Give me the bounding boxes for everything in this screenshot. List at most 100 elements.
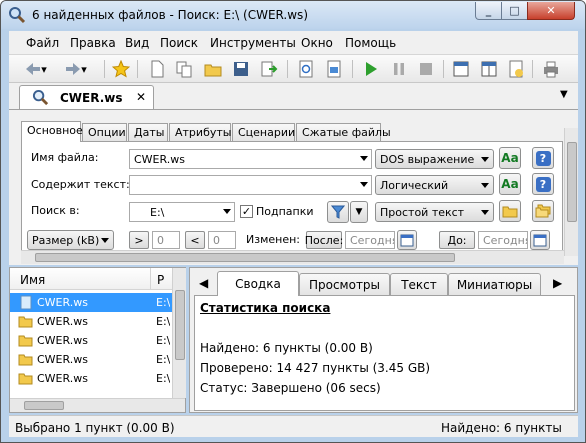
filter-dropdown-button[interactable]: ▼ (350, 201, 368, 223)
folder-icon (18, 316, 33, 328)
search-in-label: Поиск в: (31, 204, 80, 217)
image-document-icon[interactable] (324, 59, 344, 79)
list-item[interactable]: CWER.ws E:\ (10, 293, 172, 312)
case-icon: Aa (501, 177, 519, 191)
tab-attributes[interactable]: Атрибуты (169, 123, 231, 141)
scrollbar-thumb[interactable] (35, 253, 455, 262)
maximize-button[interactable]: □ (501, 2, 528, 20)
filename-mode-select[interactable]: DOS выражение (375, 149, 494, 169)
contains-text-combo[interactable] (129, 175, 372, 195)
tab-search-document[interactable]: CWER.ws ✕ (19, 85, 154, 109)
greater-than-button[interactable]: > (129, 231, 149, 249)
search-in-combo[interactable]: E:\ (129, 202, 235, 222)
results-detail-panel: ◀ Сводка Просмотры Текст Миниатюры ▶ Ста… (189, 267, 578, 413)
help-text-button[interactable]: ? (532, 173, 554, 195)
size-max-field[interactable]: 0 (208, 231, 236, 249)
before-date-field[interactable]: Сегодня (478, 231, 528, 249)
pause-icon[interactable] (389, 59, 409, 79)
size-unit-value: Размер (kB) (32, 234, 100, 247)
changed-label: Изменен: (246, 233, 301, 246)
tab-main[interactable]: Основное (21, 121, 83, 142)
tab-archives[interactable]: Сжатые файлы (296, 123, 391, 141)
filename-combo[interactable]: CWER.ws (129, 149, 372, 169)
after-button[interactable]: После: (305, 231, 343, 249)
stop-icon[interactable] (416, 59, 436, 79)
title-bar: 6 найденных файлов - Поиск: E:\ (CWER.ws… (1, 1, 585, 29)
tabs-dropdown-icon[interactable]: ▼ (560, 89, 568, 100)
criteria-vertical-scrollbar[interactable] (564, 128, 578, 256)
folder-icon (18, 354, 33, 366)
report-icon[interactable] (506, 59, 526, 79)
close-button[interactable]: ✕ (527, 2, 575, 20)
tab-options[interactable]: Опции (82, 123, 127, 141)
scrollbar-thumb[interactable] (24, 401, 64, 410)
toolbar: ▾ ▾ (9, 55, 578, 83)
minimize-button[interactable]: _ (475, 2, 502, 20)
file-list-horizontal-scrollbar[interactable] (10, 398, 185, 412)
subfolders-checkbox[interactable]: ✓ (240, 205, 253, 218)
layout-panel-icon[interactable] (451, 59, 471, 79)
column-name-header[interactable]: Имя (20, 273, 45, 287)
menu-view[interactable]: Вид (125, 36, 149, 50)
menu-file[interactable]: Файл (26, 36, 59, 50)
tab-dates[interactable]: Даты (128, 123, 168, 141)
column-path-header[interactable]: Р (157, 273, 164, 287)
save-icon[interactable] (231, 59, 251, 79)
calendar-icon (533, 234, 547, 247)
size-unit-select[interactable]: Размер (kB) (27, 230, 114, 250)
multi-folder-button[interactable] (532, 200, 554, 222)
tab-scenarios[interactable]: Сценарии (232, 123, 295, 141)
file-list-vertical-scrollbar[interactable] (172, 268, 186, 398)
open-folder-icon[interactable] (203, 59, 223, 79)
less-than-button[interactable]: < (185, 231, 205, 249)
menu-bar: Файл Правка Вид Поиск Инструменты Окно П… (9, 31, 578, 55)
before-calendar-button[interactable] (530, 230, 550, 250)
list-item[interactable]: CWER.ws E:\ (10, 369, 172, 388)
menu-search[interactable]: Поиск (160, 36, 198, 50)
export-icon[interactable] (259, 59, 279, 79)
contains-mode-select[interactable]: Логический (375, 175, 494, 195)
tabs-scroll-left-icon[interactable]: ◀ (199, 276, 208, 290)
filter-button[interactable] (327, 201, 349, 223)
before-button[interactable]: До: (439, 231, 475, 249)
list-item[interactable]: CWER.ws E:\ (10, 312, 172, 331)
menu-help[interactable]: Помощь (345, 36, 396, 50)
case-sensitive-button[interactable]: Aa (499, 147, 521, 169)
tab-text[interactable]: Текст (390, 273, 448, 295)
summary-found: Найдено: 6 пункты (0.00 B) (200, 341, 373, 355)
case-sensitive-text-button[interactable]: Aa (499, 173, 521, 195)
folder-icon (502, 206, 518, 218)
print-icon[interactable] (541, 59, 561, 79)
forward-dropdown-icon[interactable]: ▾ (79, 59, 89, 79)
tab-thumbnails[interactable]: Миниатюры (448, 273, 541, 295)
menu-edit[interactable]: Правка (70, 36, 116, 50)
list-item[interactable]: CWER.ws E:\ (10, 331, 172, 350)
tabs-scroll-right-icon[interactable]: ▶ (553, 276, 562, 290)
summary-status: Статус: Завершено (06 secs) (200, 381, 381, 395)
browse-folder-button[interactable] (499, 200, 521, 222)
file-icon (20, 295, 32, 310)
layout-split-icon[interactable] (479, 59, 499, 79)
menu-tools[interactable]: Инструменты (210, 36, 296, 50)
after-calendar-button[interactable] (397, 230, 417, 250)
tab-summary[interactable]: Сводка (217, 271, 299, 296)
criteria-horizontal-scrollbar[interactable] (21, 250, 564, 264)
copy-documents-icon[interactable] (174, 59, 194, 79)
tab-close-icon[interactable]: ✕ (136, 90, 146, 104)
menu-window[interactable]: Окно (301, 36, 333, 50)
help-button[interactable]: ? (532, 147, 554, 169)
favorites-star-icon[interactable] (111, 59, 131, 79)
list-item[interactable]: CWER.ws E:\ (10, 350, 172, 369)
window-title: 6 найденных файлов - Поиск: E:\ (CWER.ws… (32, 8, 308, 22)
tab-previews[interactable]: Просмотры (299, 273, 390, 295)
size-min-field[interactable]: 0 (152, 231, 180, 249)
start-search-icon[interactable] (361, 59, 381, 79)
scrollbar-thumb[interactable] (567, 142, 577, 222)
search-in-mode-select[interactable]: Простой текст (375, 202, 494, 222)
back-dropdown-icon[interactable]: ▾ (39, 59, 49, 79)
scrollbar-thumb[interactable] (175, 290, 185, 360)
new-document-icon[interactable] (147, 59, 167, 79)
after-date-field[interactable]: Сегодня (345, 231, 395, 249)
refresh-document-icon[interactable] (296, 59, 316, 79)
filename-mode-value: DOS выражение (380, 153, 475, 166)
